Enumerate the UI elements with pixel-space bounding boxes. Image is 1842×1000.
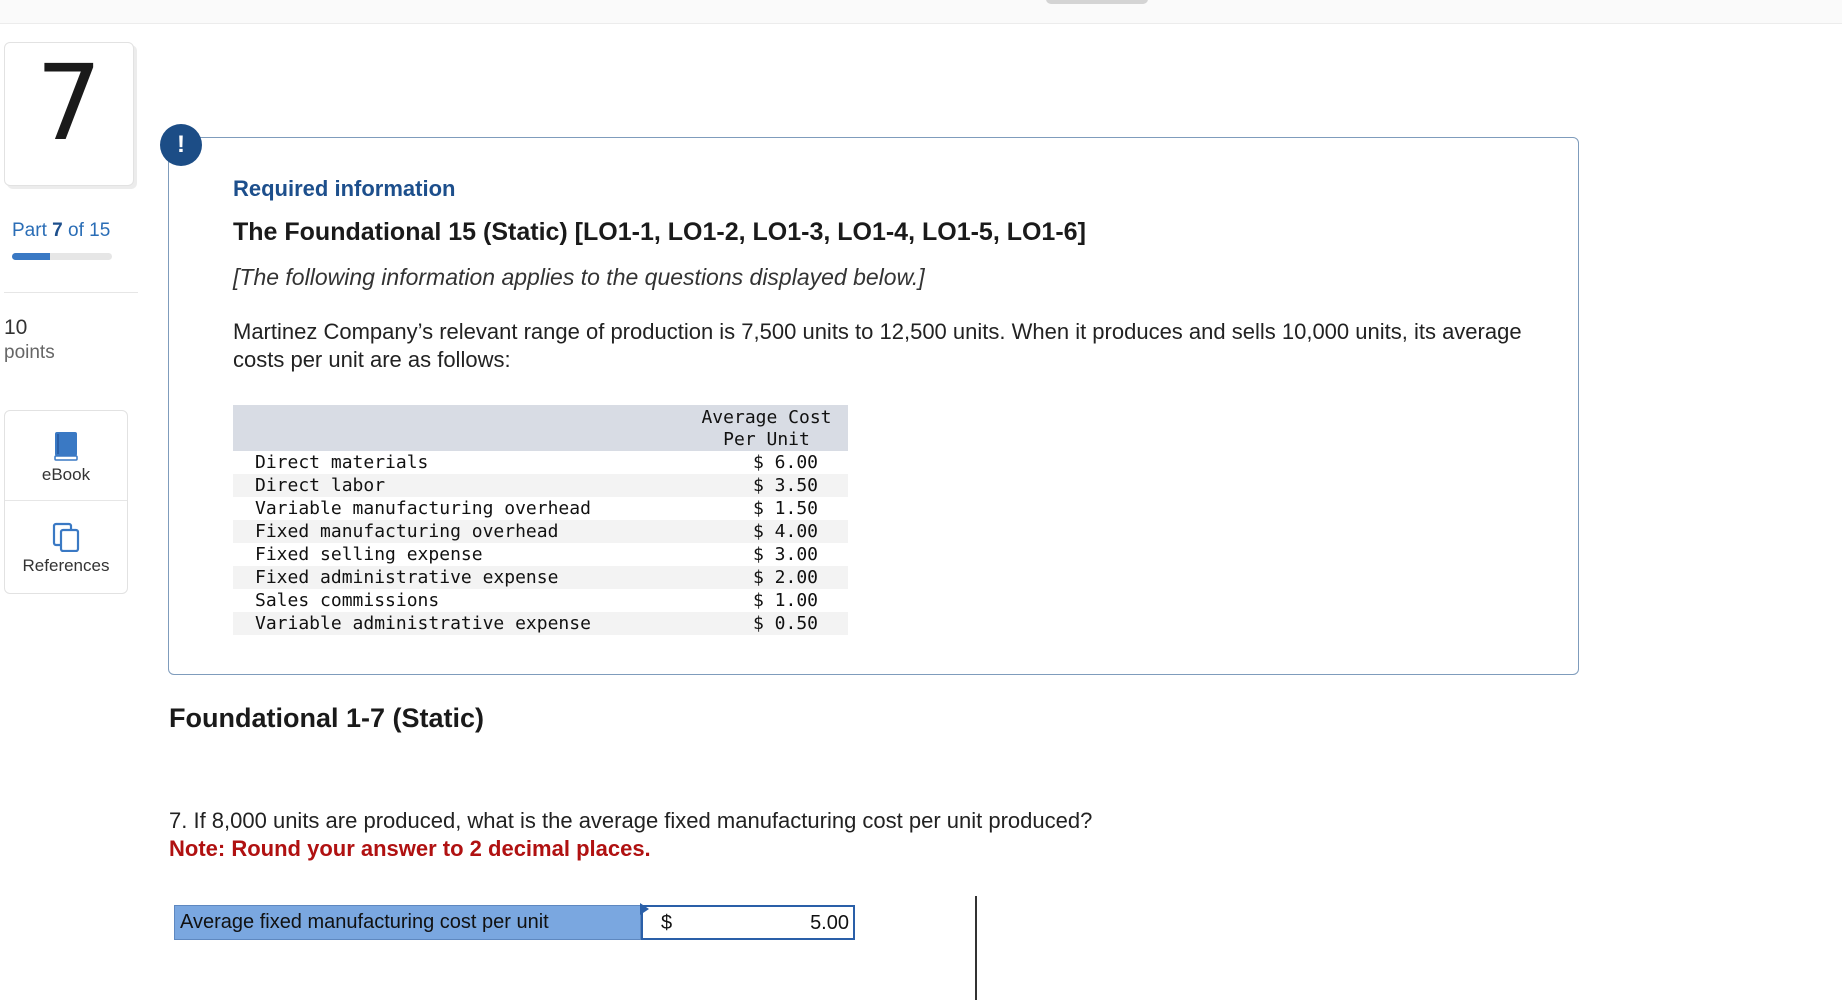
currency-symbol: $ bbox=[661, 912, 673, 934]
part-total: of 15 bbox=[68, 220, 111, 241]
part-current: 7 bbox=[52, 220, 63, 241]
part-progress-bar bbox=[12, 253, 112, 260]
ebook-label: eBook bbox=[41, 465, 91, 484]
cost-table-row: Variable manufacturing overhead $ 1.50 bbox=[233, 497, 848, 520]
references-label: References bbox=[22, 556, 110, 575]
references-button[interactable]: References bbox=[5, 502, 127, 592]
ebook-button[interactable]: eBook bbox=[5, 411, 127, 501]
cost-item-name: Variable manufacturing overhead bbox=[255, 498, 591, 519]
tools-panel: eBook References bbox=[4, 410, 128, 594]
points-value: 10 bbox=[4, 316, 28, 339]
foundational-title: The Foundational 15 (Static) [LO1-1, LO1… bbox=[233, 218, 1086, 246]
cost-table-row: Variable administrative expense $ 0.50 bbox=[233, 612, 848, 635]
cost-table-row: Fixed selling expense $ 3.00 bbox=[233, 543, 848, 566]
cost-item-name: Fixed manufacturing overhead bbox=[255, 521, 559, 542]
cost-item-name: Direct materials bbox=[255, 452, 429, 473]
cost-item-value: $ 1.50 bbox=[753, 498, 819, 519]
cost-table-row: Fixed administrative expense $ 2.00 bbox=[233, 566, 848, 589]
scroll-handle[interactable] bbox=[1046, 0, 1148, 4]
cost-table-header: Average Cost Per Unit bbox=[233, 405, 848, 451]
cost-item-value: $ 2.00 bbox=[753, 567, 819, 588]
problem-description: Martinez Company’s relevant range of pro… bbox=[233, 319, 1522, 372]
required-info-heading: Required information bbox=[233, 176, 456, 201]
flag-marker-icon bbox=[640, 903, 649, 915]
cost-item-name: Fixed administrative expense bbox=[255, 567, 559, 588]
rail-divider bbox=[4, 292, 138, 293]
cost-item-value: $ 1.00 bbox=[753, 590, 819, 611]
vertical-divider bbox=[975, 896, 977, 1000]
points-label: points bbox=[4, 342, 55, 363]
cost-item-name: Direct labor bbox=[255, 475, 386, 496]
cost-table: Average Cost Per Unit Direct materials $ … bbox=[233, 405, 848, 635]
cost-item-name: Sales commissions bbox=[255, 590, 440, 611]
cost-item-name: Fixed selling expense bbox=[255, 544, 483, 565]
copy-icon bbox=[52, 522, 80, 552]
cost-column-header: Average Cost Per Unit bbox=[685, 407, 848, 451]
question-number: 7 bbox=[35, 42, 103, 164]
cost-header-line1: Average Cost bbox=[701, 407, 832, 428]
answer-input[interactable]: $ 5.00 bbox=[641, 905, 855, 940]
answer-value[interactable]: 5.00 bbox=[810, 912, 849, 935]
cost-item-value: $ 6.00 bbox=[753, 452, 819, 473]
part-progress-fill bbox=[12, 253, 50, 260]
top-bar bbox=[0, 0, 1842, 24]
cost-item-value: $ 4.00 bbox=[753, 521, 819, 542]
cost-table-row: Direct materials $ 6.00 bbox=[233, 451, 848, 474]
question-text: 7. If 8,000 units are produced, what is … bbox=[169, 808, 1093, 833]
cost-table-row: Direct labor $ 3.50 bbox=[233, 474, 848, 497]
answer-label: Average fixed manufacturing cost per uni… bbox=[174, 905, 641, 940]
part-label: Part bbox=[12, 220, 47, 241]
cost-header-line2: Per Unit bbox=[723, 429, 810, 450]
part-progress-text: Part 7 of 15 bbox=[12, 220, 110, 242]
cost-table-row: Fixed manufacturing overhead $ 4.00 bbox=[233, 520, 848, 543]
question-number-card: 7 bbox=[4, 42, 134, 186]
cost-table-row: Sales commissions $ 1.00 bbox=[233, 589, 848, 612]
cost-item-value: $ 0.50 bbox=[753, 613, 819, 634]
applies-note: [The following information applies to th… bbox=[233, 264, 925, 290]
rounding-note: Note: Round your answer to 2 decimal pla… bbox=[169, 836, 651, 861]
cost-item-value: $ 3.00 bbox=[753, 544, 819, 565]
cost-item-name: Variable administrative expense bbox=[255, 613, 591, 634]
alert-icon: ! bbox=[160, 124, 202, 166]
cost-item-value: $ 3.50 bbox=[753, 475, 819, 496]
book-icon bbox=[54, 432, 78, 461]
section-title: Foundational 1-7 (Static) bbox=[169, 703, 485, 733]
